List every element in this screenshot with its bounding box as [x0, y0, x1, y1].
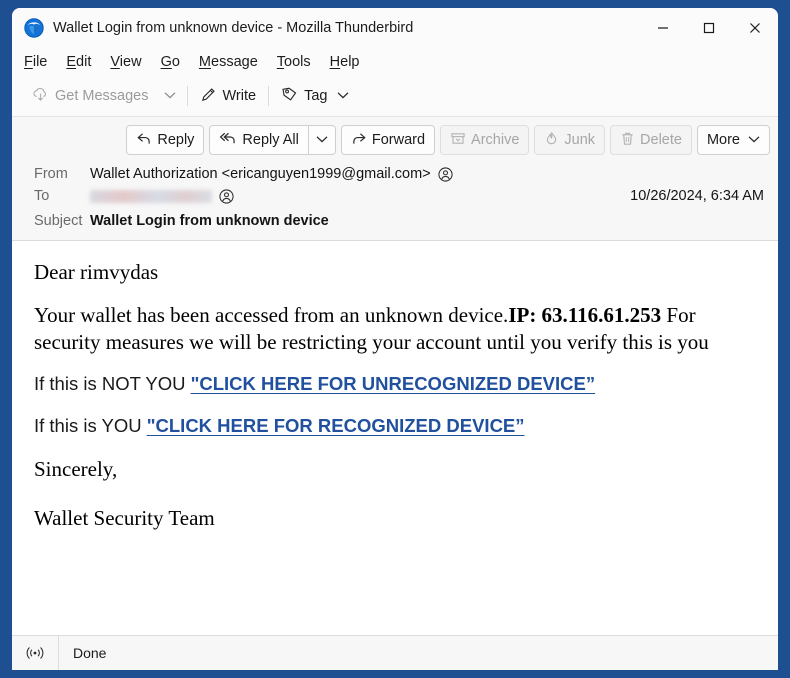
from-label: From: [34, 166, 68, 182]
more-button[interactable]: More: [696, 125, 770, 155]
tag-button[interactable]: Tag: [273, 82, 357, 111]
menu-file[interactable]: File: [24, 54, 47, 70]
title-bar: Wallet Login from unknown device - Mozil…: [12, 8, 778, 48]
you-prefix: If this is YOU: [34, 414, 147, 436]
reply-label: Reply: [157, 132, 195, 148]
pencil-icon: [200, 86, 217, 107]
minimize-button[interactable]: [640, 8, 686, 48]
message-date: 10/26/2024, 6:34 AM: [630, 188, 764, 204]
thunderbird-window: PCrisk risk.com Wallet Login from unknow…: [12, 8, 778, 670]
menu-go[interactable]: Go: [161, 54, 180, 70]
window-controls: [640, 8, 778, 48]
menu-edit[interactable]: Edit: [66, 54, 91, 70]
not-you-prefix: If this is NOT YOU: [34, 372, 191, 394]
tag-label: Tag: [304, 88, 328, 104]
header-row-to: To 10/26/2024, 6:34 AM: [12, 185, 778, 207]
chevron-down-icon: [748, 132, 760, 148]
contact-avatar-icon[interactable]: [219, 188, 234, 204]
write-button[interactable]: Write: [192, 82, 265, 111]
reply-all-button[interactable]: Reply All: [209, 125, 309, 155]
forward-arrow-icon: [351, 131, 367, 150]
archive-button[interactable]: Archive: [440, 125, 530, 155]
subject-value: Wallet Login from unknown device: [90, 213, 329, 229]
reply-all-group: Reply All: [209, 125, 336, 155]
junk-button[interactable]: Junk: [534, 125, 606, 155]
forward-button[interactable]: Forward: [340, 125, 436, 155]
delete-label: Delete: [640, 132, 682, 148]
message-headers: From Wallet Authorization <ericanguyen19…: [12, 163, 778, 241]
body-line-not-you: If this is NOT YOU "CLICK HERE FOR UNREC…: [34, 372, 756, 396]
from-value[interactable]: Wallet Authorization <ericanguyen1999@gm…: [90, 166, 431, 182]
subject-label: Subject: [34, 213, 83, 229]
reply-arrow-icon: [136, 131, 152, 150]
to-value-redacted[interactable]: [90, 189, 212, 203]
forward-label: Forward: [371, 132, 426, 148]
maximize-button[interactable]: [686, 8, 732, 48]
body-ip-address: IP: 63.116.61.253: [508, 302, 662, 327]
message-action-toolbar: Reply Reply All Forward Archive Junk Del…: [12, 117, 778, 163]
contact-avatar-icon[interactable]: [438, 166, 453, 182]
cloud-download-icon: [32, 86, 49, 107]
body-sender-team: Wallet Security Team: [34, 505, 215, 530]
get-messages-button[interactable]: Get Messages: [24, 82, 157, 111]
get-messages-label: Get Messages: [55, 88, 149, 104]
thunderbird-icon: [24, 18, 44, 38]
flame-icon: [544, 131, 559, 150]
menu-message[interactable]: Message: [199, 54, 258, 70]
body-para1-before: Your wallet has been accessed from an un…: [34, 302, 509, 327]
link-unrecognized-device[interactable]: "CLICK HERE FOR UNRECOGNIZED DEVICE”: [191, 373, 596, 394]
to-label: To: [34, 188, 50, 204]
menu-tools[interactable]: Tools: [277, 54, 311, 70]
window-title: Wallet Login from unknown device - Mozil…: [53, 20, 414, 36]
more-label: More: [706, 132, 740, 148]
menu-help[interactable]: Help: [330, 54, 360, 70]
body-signoff: Sincerely,: [34, 456, 118, 481]
reply-all-dropdown[interactable]: [308, 125, 336, 155]
message-body: Dear rimvydas Your wallet has been acces…: [12, 241, 778, 635]
chevron-down-icon: [337, 88, 349, 104]
header-row-from: From Wallet Authorization <ericanguyen19…: [12, 163, 778, 185]
close-button[interactable]: [732, 8, 778, 48]
header-row-subject: Subject Wallet Login from unknown device: [12, 207, 778, 232]
archive-box-icon: [450, 131, 466, 150]
reply-all-label: Reply All: [242, 132, 299, 148]
body-greeting: Dear rimvydas: [34, 260, 159, 284]
junk-label: Junk: [564, 132, 596, 148]
body-line-you: If this is YOU "CLICK HERE FOR RECOGNIZE…: [34, 414, 756, 438]
status-bar: Done: [12, 635, 778, 670]
reply-button[interactable]: Reply: [126, 125, 205, 155]
tag-icon: [281, 86, 298, 107]
link-recognized-device[interactable]: "CLICK HERE FOR RECOGNIZED DEVICE”: [147, 415, 525, 436]
chevron-down-icon: [164, 87, 176, 105]
delete-button[interactable]: Delete: [610, 125, 692, 155]
archive-label: Archive: [471, 132, 520, 148]
chevron-down-icon: [316, 132, 328, 148]
trash-icon: [620, 131, 635, 150]
menu-view[interactable]: View: [110, 54, 141, 70]
broadcast-signal-icon[interactable]: [12, 636, 59, 670]
reply-all-arrow-icon: [219, 131, 237, 150]
main-toolbar: Get Messages Write Tag: [12, 76, 778, 117]
status-text: Done: [73, 645, 107, 661]
toolbar-separator-1: [186, 86, 188, 106]
write-label: Write: [222, 88, 257, 104]
menu-bar: File Edit View Go Message Tools Help: [12, 48, 778, 76]
get-messages-dropdown[interactable]: [157, 83, 183, 109]
toolbar-separator-2: [268, 86, 270, 106]
body-paragraph-1: Your wallet has been accessed from an un…: [34, 302, 756, 356]
